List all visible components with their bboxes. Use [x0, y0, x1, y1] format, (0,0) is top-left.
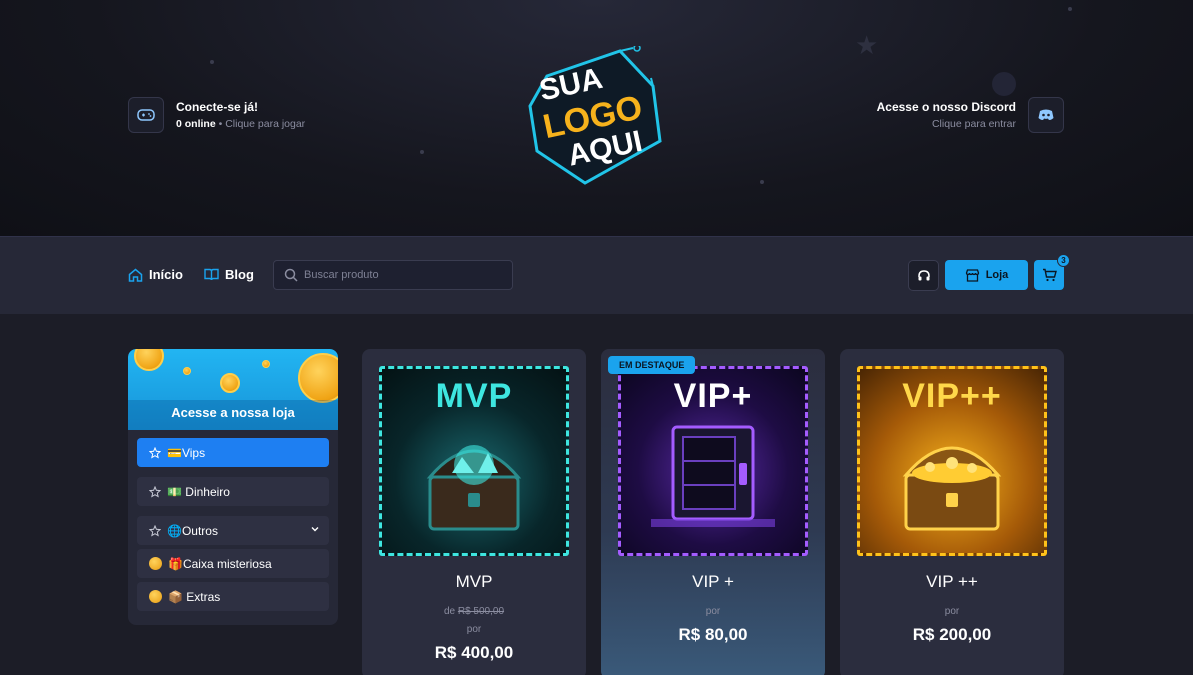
coin-icon	[262, 360, 270, 368]
safe-icon	[651, 425, 775, 527]
product-price: R$ 200,00	[912, 625, 992, 644]
discord-icon	[1028, 97, 1064, 133]
headset-icon	[917, 269, 930, 280]
nav-link-home[interactable]: Início	[128, 267, 183, 282]
coin-icon	[298, 353, 338, 403]
category-sidebar: Acesse a nossa loja 💳Vips 💵 Dinheiro 🌐Ou…	[128, 349, 338, 625]
site-logo[interactable]: SUA LOGO AQUI	[525, 44, 665, 186]
book-icon	[204, 268, 219, 281]
hero-header: ★ Conecte-se já! 0 online • Clique para …	[0, 0, 1193, 236]
search-input[interactable]	[304, 269, 504, 281]
cart-count-badge: 3	[1057, 254, 1070, 267]
category-outros[interactable]: 🌐Outros	[137, 516, 329, 545]
category-menu: 💳Vips 💵 Dinheiro 🌐Outros 🎁Caixa misterio…	[128, 430, 338, 623]
product-name: VIP +	[692, 572, 734, 591]
search-icon	[284, 268, 298, 282]
price-prefix: por	[944, 606, 960, 617]
product-image-vip-plus-plus: VIP++	[857, 366, 1047, 556]
product-price: R$ 80,00	[678, 625, 748, 644]
featured-badge: EM DESTAQUE	[608, 356, 696, 374]
subcategory-label: 📦 Extras	[168, 589, 221, 604]
subcategory-caixa[interactable]: 🎁Caixa misteriosa	[137, 549, 329, 578]
play-cta: Clique para jogar	[225, 118, 306, 130]
subcategory-extras[interactable]: 📦 Extras	[137, 582, 329, 611]
banner-title: Acesse a nossa loja	[171, 405, 295, 420]
coin-icon	[134, 349, 164, 371]
home-icon	[128, 268, 143, 282]
store-banner[interactable]: Acesse a nossa loja	[128, 349, 338, 430]
old-price-prefix: de	[443, 606, 456, 617]
gamepad-icon	[128, 97, 164, 133]
coin-icon	[220, 373, 240, 393]
product-name: VIP ++	[926, 572, 978, 591]
support-button[interactable]	[908, 260, 939, 291]
product-card-vip-plus[interactable]: EM DESTAQUE VIP+ VIP + por R$ 80,00	[601, 349, 825, 675]
product-image-mvp: MVP	[379, 366, 569, 556]
coin-icon	[183, 367, 191, 375]
decor-dot	[1068, 7, 1072, 11]
category-dinheiro[interactable]: 💵 Dinheiro	[137, 477, 329, 506]
search-box	[273, 260, 513, 290]
category-vips[interactable]: 💳Vips	[137, 438, 329, 467]
product-card-vip-plus-plus[interactable]: VIP++ VIP ++ por R$ 200,00	[840, 349, 1064, 675]
decor-dot	[210, 60, 214, 64]
star-icon	[149, 485, 161, 498]
decor-circle	[992, 72, 1016, 96]
discord-title: Acesse o nosso Discord	[876, 100, 1016, 114]
top-nav: Início Blog Loja 3	[0, 236, 1193, 314]
chevron-down-icon	[311, 527, 319, 532]
star-icon	[149, 524, 161, 537]
nav-blog-label: Blog	[225, 267, 254, 282]
star-icon	[149, 446, 161, 459]
store-label: Loja	[985, 269, 1009, 281]
product-price: R$ 400,00	[434, 643, 514, 662]
discord-cta: Clique para entrar	[931, 118, 1016, 130]
price-prefix: por	[466, 624, 482, 635]
product-card-mvp[interactable]: MVP MVP de R$ 500,00 por R$ 400,00	[362, 349, 586, 675]
nav-link-blog[interactable]: Blog	[204, 267, 254, 282]
price-prefix: por	[705, 606, 721, 617]
store-button[interactable]: Loja	[945, 260, 1028, 290]
gold-chest-icon	[902, 446, 1002, 531]
old-price-value: R$ 500,00	[457, 606, 505, 617]
coin-icon	[149, 590, 162, 603]
nav-home-label: Início	[149, 267, 183, 282]
category-label: 🌐Outros	[167, 523, 218, 538]
discord-link[interactable]: Acesse o nosso Discord Clique para entra…	[877, 97, 1064, 133]
subcategory-label: 🎁Caixa misteriosa	[168, 556, 272, 571]
product-image-vip-plus: VIP+	[618, 366, 808, 556]
category-label: 💵 Dinheiro	[167, 484, 230, 499]
decor-dot	[760, 180, 764, 184]
star-decor-icon: ★	[855, 30, 879, 60]
cart-icon	[1042, 268, 1057, 282]
category-label: 💳Vips	[167, 445, 206, 460]
server-status: 0 online • Clique para jogar	[176, 118, 305, 130]
store-icon	[965, 268, 979, 282]
decor-dot	[420, 150, 424, 154]
online-count: 0 online	[176, 118, 216, 130]
chest-icon	[426, 445, 522, 531]
cart-button[interactable]: 3	[1034, 254, 1070, 290]
server-connect[interactable]: Conecte-se já! 0 online • Clique para jo…	[128, 97, 305, 133]
product-name: MVP	[455, 572, 493, 591]
server-title: Conecte-se já!	[176, 100, 259, 114]
status-separator: •	[215, 118, 226, 130]
old-price: de R$ 500,00	[362, 606, 586, 617]
coin-icon	[149, 557, 162, 570]
